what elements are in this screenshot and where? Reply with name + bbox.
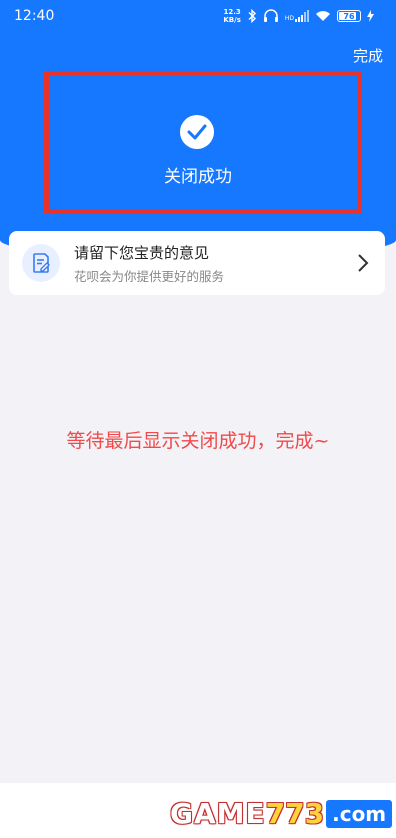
feedback-card[interactable]: 请留下您宝贵的意见 花呗会为你提供更好的服务 (9, 231, 385, 295)
signal-icon: HD (285, 10, 309, 22)
bluetooth-icon (248, 9, 256, 23)
feedback-subtitle: 花呗会为你提供更好的服务 (74, 269, 225, 284)
watermark-logo: GAME 773 .com (170, 797, 393, 830)
chevron-right-icon (358, 254, 369, 272)
success-title: 关闭成功 (164, 167, 232, 187)
battery-icon: 76 (337, 10, 361, 22)
charging-icon (367, 10, 374, 22)
network-speed: 12.3 KB/s (223, 8, 241, 24)
feedback-title: 请留下您宝贵的意见 (74, 244, 210, 262)
instruction-caption: 等待最后显示关闭成功，完成~ (66, 430, 330, 452)
status-time: 12:40 (14, 8, 55, 24)
document-edit-icon (22, 244, 60, 282)
status-bar: 12:40 12.3 KB/s HD 76 (0, 0, 396, 32)
wifi-icon (316, 11, 330, 21)
headphones-icon (263, 9, 278, 22)
status-icons: 12.3 KB/s HD 76 (223, 8, 374, 24)
check-circle-icon (180, 115, 214, 149)
done-button[interactable]: 完成 (353, 45, 383, 66)
